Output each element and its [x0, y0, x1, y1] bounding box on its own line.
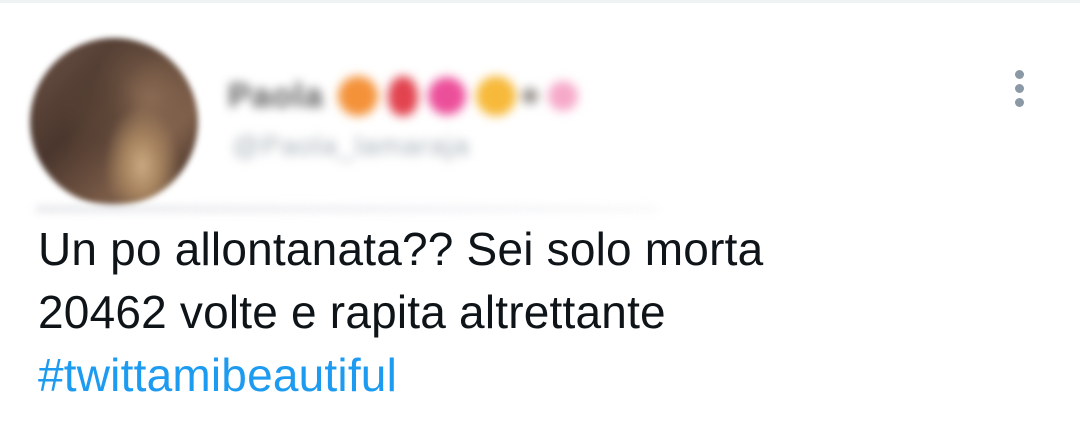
- orange-circle-emoji: [337, 76, 378, 116]
- tweet[interactable]: Paola @Paola_lamaraja Un po allontanata?…: [0, 0, 1080, 433]
- author-display-name[interactable]: Paola: [228, 77, 324, 116]
- hashtag-link[interactable]: #twittamibeautiful: [38, 344, 1038, 407]
- more-dot: [1015, 70, 1024, 79]
- tweet-text-line: 20462 volte e rapita altrettante: [38, 286, 666, 338]
- author-name-row[interactable]: Paola: [228, 66, 578, 126]
- red-balloon-emoji: [387, 76, 418, 116]
- more-vertical-icon[interactable]: [1008, 70, 1032, 110]
- author-handle[interactable]: @Paola_lamaraja: [232, 130, 470, 162]
- more-dot: [1015, 84, 1024, 93]
- small-flower-emoji: [521, 88, 538, 104]
- more-dot: [1015, 98, 1024, 107]
- light-pink-flower-emoji: [547, 81, 578, 111]
- tweet-text-line: Un po allontanata?? Sei solo morta: [38, 223, 764, 275]
- blurred-region: [36, 205, 656, 213]
- avatar[interactable]: [30, 38, 198, 206]
- tweet-text: Un po allontanata?? Sei solo morta 20462…: [38, 218, 1038, 407]
- pink-flower-emoji: [427, 77, 466, 115]
- yellow-flower-emoji: [475, 76, 516, 116]
